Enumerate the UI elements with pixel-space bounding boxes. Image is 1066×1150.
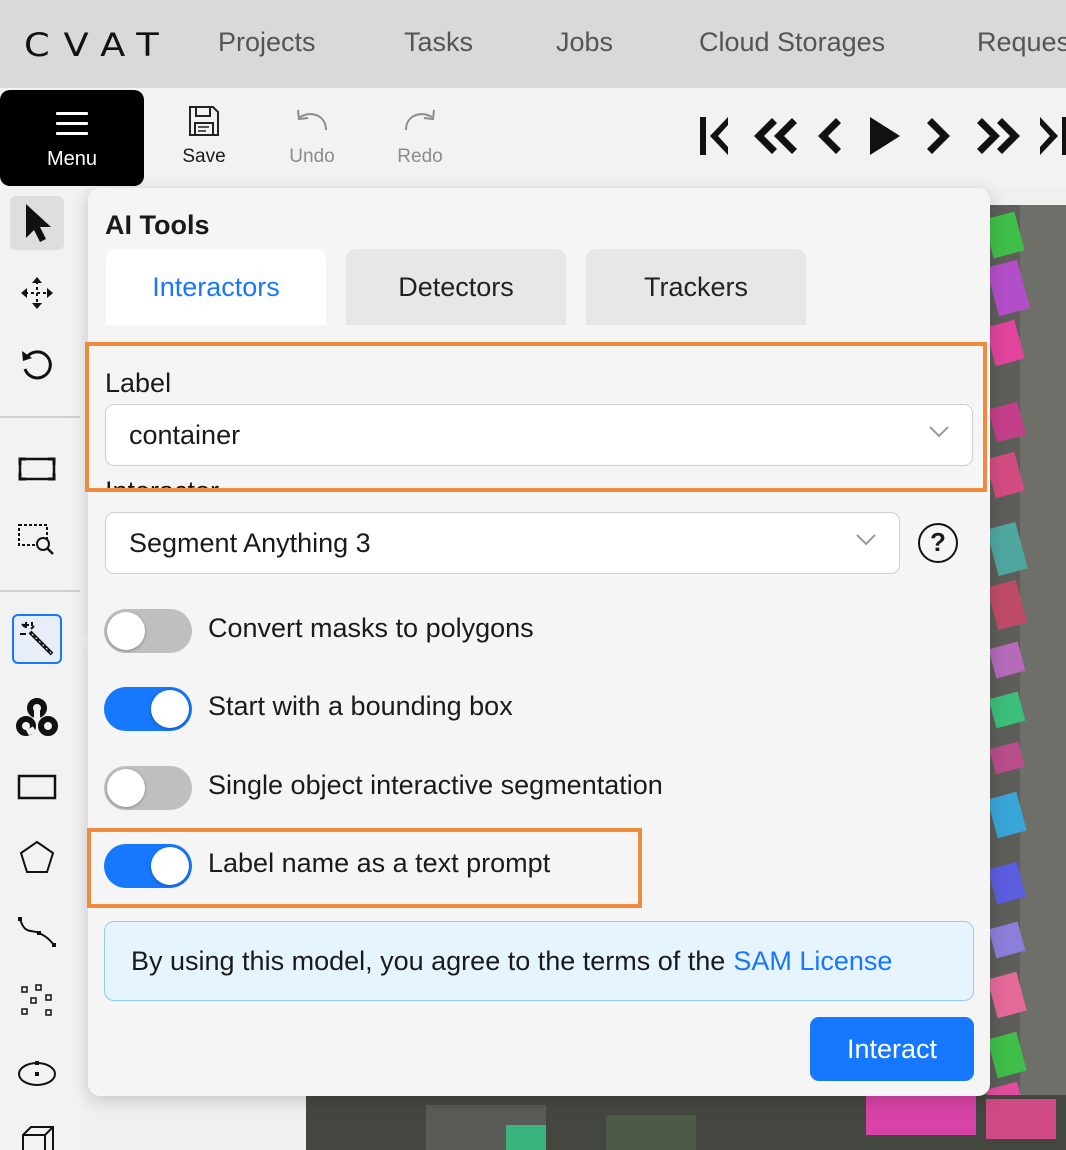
- cuboid-icon: [22, 1126, 54, 1150]
- interactor-select-value: Segment Anything 3: [129, 527, 371, 558]
- bounding-box-label: Start with a bounding box: [208, 691, 513, 721]
- undo-icon: [297, 109, 327, 131]
- chevron-down-icon: [856, 534, 876, 546]
- first-frame-icon[interactable]: [696, 112, 732, 160]
- nav-cloud-storages[interactable]: Cloud Storages: [699, 27, 885, 58]
- move-tool[interactable]: [10, 266, 64, 320]
- convert-masks-toggle[interactable]: [104, 609, 192, 653]
- previous-frame-icon[interactable]: [814, 112, 844, 160]
- annotation-toolbar: Menu Save Undo Redo: [0, 88, 1066, 188]
- tab-interactors[interactable]: Interactors: [106, 249, 326, 325]
- cuboid-tool[interactable]: [10, 1118, 64, 1150]
- toolbar-divider: [0, 590, 80, 592]
- fit-image-tool[interactable]: [10, 442, 64, 496]
- next-frame-icon[interactable]: [924, 112, 954, 160]
- toolbar-divider: [0, 416, 80, 418]
- magic-wand-icon: [20, 622, 54, 656]
- undo-button[interactable]: Undo: [267, 104, 357, 168]
- toggle-knob: [151, 690, 189, 728]
- last-frame-icon[interactable]: [1036, 112, 1066, 160]
- popover-title: AI Tools: [105, 210, 210, 240]
- play-icon[interactable]: [866, 112, 902, 160]
- aerial-image-strip: [306, 1095, 1066, 1150]
- license-notice-text: By using this model, you agree to the te…: [131, 945, 726, 976]
- nav-jobs[interactable]: Jobs: [556, 27, 613, 58]
- license-notice: By using this model, you agree to the te…: [104, 921, 974, 1001]
- polygon-tool[interactable]: [10, 830, 64, 884]
- rotate-tool[interactable]: [10, 338, 64, 392]
- toggle-knob: [107, 769, 145, 807]
- redo-label: Redo: [397, 146, 443, 167]
- fast-backward-icon[interactable]: [750, 112, 800, 160]
- rectangle-icon: [17, 774, 57, 800]
- undo-label: Undo: [289, 146, 335, 167]
- nav-projects[interactable]: Projects: [218, 27, 316, 58]
- cursor-icon: [26, 204, 51, 242]
- nav-requests[interactable]: Reques: [977, 27, 1066, 58]
- menu-button[interactable]: Menu: [0, 90, 144, 186]
- ellipse-icon: [18, 1061, 56, 1086]
- rotate-icon: [22, 350, 52, 380]
- interact-button[interactable]: Interact: [810, 1017, 974, 1081]
- zoom-region-tool[interactable]: [10, 512, 64, 566]
- save-icon: [189, 106, 219, 136]
- save-button[interactable]: Save: [159, 104, 249, 168]
- polygon-icon: [19, 840, 55, 873]
- zoom-region-icon: [18, 524, 54, 555]
- points-tool[interactable]: [10, 974, 64, 1028]
- points-icon: [21, 984, 52, 1016]
- redo-button[interactable]: Redo: [375, 104, 465, 168]
- hamburger-icon: [56, 112, 88, 142]
- single-object-toggle[interactable]: [104, 766, 192, 810]
- controls-sidebar: [0, 188, 82, 1150]
- sam-license-link[interactable]: SAM License: [733, 946, 892, 977]
- canvas-image-bottom: [306, 1095, 1066, 1150]
- nav-tasks[interactable]: Tasks: [404, 27, 473, 58]
- move-icon: [21, 277, 53, 309]
- ellipse-tool[interactable]: [10, 1046, 64, 1100]
- ai-tools-tool[interactable]: [12, 614, 62, 664]
- opencv-icon: [16, 698, 58, 736]
- help-icon[interactable]: ?: [918, 523, 958, 563]
- highlight-box-label: [85, 342, 987, 492]
- menu-button-label: Menu: [46, 148, 98, 170]
- highlight-box-text-prompt: [87, 828, 642, 908]
- toggle-knob: [107, 612, 145, 650]
- cursor-tool[interactable]: [10, 196, 64, 250]
- convert-masks-label: Convert masks to polygons: [208, 613, 534, 643]
- redo-icon: [405, 109, 435, 131]
- polyline-tool[interactable]: [10, 902, 64, 956]
- tab-trackers[interactable]: Trackers: [586, 249, 806, 325]
- save-label: Save: [182, 146, 226, 167]
- tab-detectors[interactable]: Detectors: [346, 249, 566, 325]
- bounding-box-toggle[interactable]: [104, 687, 192, 731]
- single-object-label: Single object interactive segmentation: [208, 770, 663, 800]
- top-navigation: CVAT Projects Tasks Jobs Cloud Storages …: [0, 0, 1066, 88]
- polyline-icon: [18, 917, 56, 947]
- rectangle-tool[interactable]: [10, 760, 64, 814]
- ai-tools-popover: AI Tools Interactors Detectors Trackers …: [88, 188, 990, 1096]
- fast-forward-icon[interactable]: [974, 112, 1024, 160]
- cvat-logo[interactable]: CVAT: [24, 26, 173, 64]
- fit-image-icon: [18, 457, 56, 481]
- interactor-select[interactable]: Segment Anything 3: [105, 512, 900, 574]
- opencv-tool[interactable]: [10, 690, 64, 744]
